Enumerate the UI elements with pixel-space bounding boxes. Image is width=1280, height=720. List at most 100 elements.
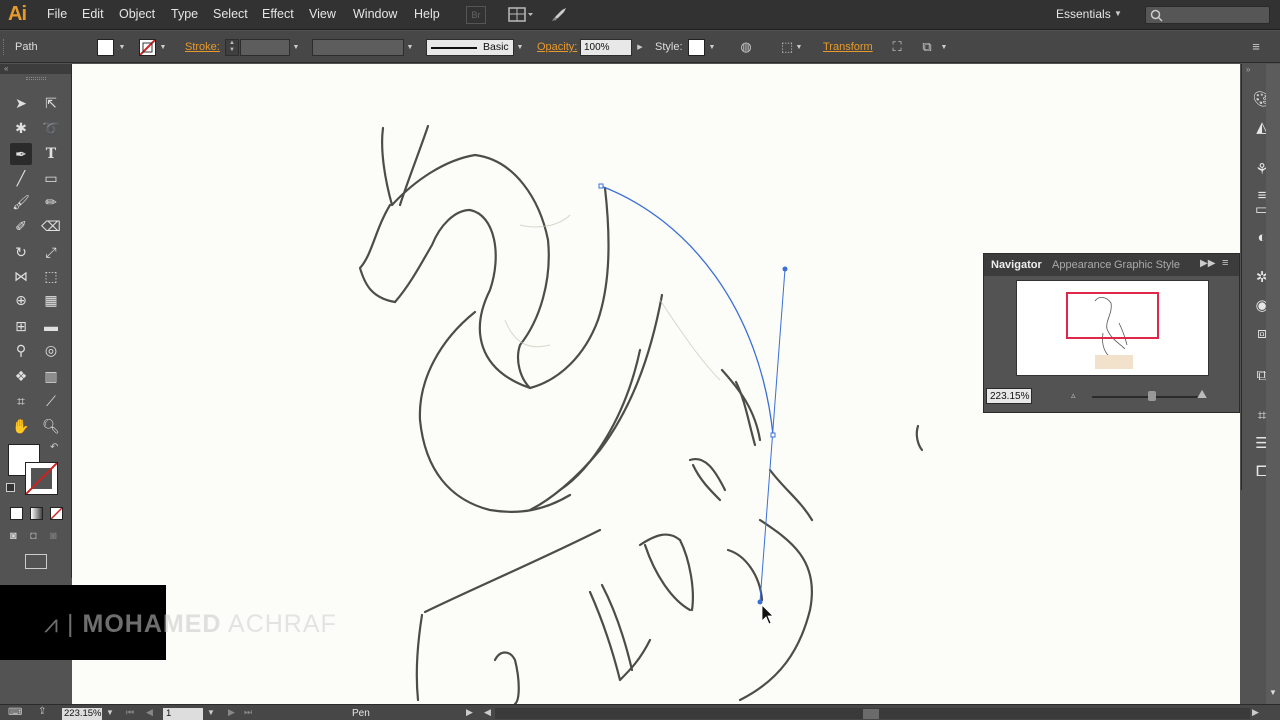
- tab-navigator[interactable]: Navigator: [991, 259, 1042, 271]
- menu-type[interactable]: Type: [171, 7, 198, 21]
- zoom-out-icon[interactable]: ▵: [1071, 390, 1076, 401]
- screen-mode-icon[interactable]: [25, 554, 47, 569]
- scale-tool-icon[interactable]: ⤢: [40, 241, 62, 263]
- menu-edit[interactable]: Edit: [82, 7, 104, 21]
- grip-handle[interactable]: [26, 77, 46, 80]
- eyedropper-tool-icon[interactable]: ⚲: [10, 339, 32, 361]
- navigator-preview[interactable]: [1016, 280, 1209, 376]
- column-graph-tool-icon[interactable]: ▥: [40, 365, 62, 387]
- transform-panel-link[interactable]: Transform: [823, 41, 873, 53]
- zoom-level-field[interactable]: 223.15%: [62, 708, 102, 720]
- scroll-left-icon[interactable]: ◀: [484, 707, 491, 718]
- menu-file[interactable]: File: [47, 7, 67, 21]
- mesh-tool-icon[interactable]: ⊞: [10, 315, 32, 337]
- first-artboard-icon[interactable]: ⏮: [126, 707, 134, 718]
- recolor-artwork-icon[interactable]: ◍: [737, 39, 755, 55]
- stroke-color-box[interactable]: [25, 462, 58, 495]
- grip-handle[interactable]: [3, 39, 7, 55]
- swap-fill-stroke-icon[interactable]: ↶: [50, 442, 58, 453]
- scroll-right-icon[interactable]: ▶: [1252, 707, 1259, 718]
- draw-behind-icon[interactable]: ◘: [30, 530, 45, 543]
- menu-object[interactable]: Object: [119, 7, 155, 21]
- lasso-tool-icon[interactable]: ➰: [40, 117, 62, 139]
- opacity-panel-link[interactable]: Opacity:: [537, 41, 577, 53]
- anchor-point[interactable]: [598, 183, 604, 189]
- navigator-view-rect[interactable]: [1066, 292, 1159, 339]
- scroll-down-icon[interactable]: ▼: [1269, 688, 1277, 697]
- hand-tool-icon[interactable]: ✋: [10, 415, 32, 437]
- share-icon[interactable]: ⇪: [38, 706, 46, 717]
- next-artboard-icon[interactable]: ▶: [228, 707, 235, 718]
- workspace-switcher[interactable]: Essentials: [1056, 7, 1111, 21]
- rectangle-tool-icon[interactable]: ▭: [40, 167, 62, 189]
- last-artboard-icon[interactable]: ⏭: [244, 707, 252, 718]
- chevron-down-icon[interactable]: ▼: [116, 39, 128, 56]
- bridge-button[interactable]: Br: [466, 6, 486, 24]
- chevron-right-icon[interactable]: ▶: [466, 707, 473, 718]
- menu-select[interactable]: Select: [213, 7, 248, 21]
- stroke-weight-stepper[interactable]: ▲ ▼: [225, 39, 239, 56]
- stroke-swatch[interactable]: [139, 39, 156, 56]
- chevron-down-icon[interactable]: ▼: [404, 39, 416, 56]
- sync-rocket-icon[interactable]: [550, 7, 568, 23]
- arrange-documents-icon[interactable]: [508, 7, 534, 23]
- artboard-number-field[interactable]: 1: [163, 708, 203, 720]
- tab-graphic-style[interactable]: Graphic Style: [1114, 259, 1180, 271]
- direct-selection-tool-icon[interactable]: ⇱: [40, 92, 62, 114]
- navigator-zoom-knob[interactable]: [1148, 391, 1156, 401]
- blend-tool-icon[interactable]: ◎: [40, 339, 62, 361]
- shape-builder-tool-icon[interactable]: ⊕: [10, 289, 32, 311]
- default-fill-stroke-icon[interactable]: [6, 483, 15, 492]
- pen-tool-icon[interactable]: ✒: [10, 143, 32, 165]
- panel-menu-icon[interactable]: ≡: [1247, 39, 1265, 55]
- gradient-mode-icon[interactable]: [30, 507, 43, 520]
- chevron-down-icon[interactable]: ▼: [106, 708, 114, 717]
- magic-wand-tool-icon[interactable]: ✱: [10, 117, 32, 139]
- document-status-icon[interactable]: ⌨: [8, 707, 22, 718]
- gradient-tool-icon[interactable]: ▬: [40, 315, 62, 337]
- chevron-down-icon[interactable]: ▼: [706, 39, 718, 56]
- graphic-style-swatch[interactable]: [688, 39, 705, 56]
- direction-handle[interactable]: [782, 266, 788, 272]
- selection-tool-icon[interactable]: ➤: [10, 92, 32, 114]
- tab-appearance[interactable]: Appearance: [1052, 259, 1111, 271]
- symbol-sprayer-tool-icon[interactable]: ❖: [10, 365, 32, 387]
- expand-panel-icon[interactable]: ▶▶: [1200, 258, 1215, 269]
- tools-panel-collapse[interactable]: «: [0, 64, 71, 74]
- fill-swatch[interactable]: [97, 39, 114, 56]
- menu-view[interactable]: View: [309, 7, 336, 21]
- perspective-grid-tool-icon[interactable]: ▦: [40, 289, 62, 311]
- chevron-down-icon[interactable]: ▼: [157, 39, 169, 56]
- chevron-down-icon[interactable]: ▼: [938, 39, 950, 56]
- opacity-field[interactable]: 100%: [580, 39, 632, 56]
- none-mode-icon[interactable]: [50, 507, 63, 520]
- navigator-zoom-field[interactable]: 223.15%: [986, 388, 1032, 404]
- chevron-down-icon[interactable]: ▼: [514, 39, 526, 56]
- menu-effect[interactable]: Effect: [262, 7, 294, 21]
- draw-inside-icon[interactable]: ◙: [50, 530, 65, 543]
- rotate-tool-icon[interactable]: ↻: [10, 241, 32, 263]
- vertical-scrollbar[interactable]: ▼: [1266, 64, 1280, 704]
- isolate-object-icon[interactable]: ⛶: [888, 39, 906, 55]
- chevron-down-icon[interactable]: ▼: [793, 39, 805, 56]
- variable-width-profile[interactable]: [312, 39, 404, 56]
- stroke-weight-field[interactable]: [240, 39, 290, 56]
- slice-tool-icon[interactable]: ⟋: [40, 390, 62, 412]
- artboard-tool-icon[interactable]: ⌗: [10, 390, 32, 412]
- stroke-panel-link[interactable]: Stroke:: [185, 41, 220, 53]
- zoom-in-icon[interactable]: ⛰: [1197, 387, 1207, 402]
- chevron-down-icon[interactable]: ▼: [207, 708, 215, 717]
- blob-brush-tool-icon[interactable]: ✐: [10, 215, 32, 237]
- chevron-down-icon[interactable]: ▼: [290, 39, 302, 56]
- chevron-down-icon[interactable]: ▼: [1114, 9, 1122, 18]
- horizontal-scroll-thumb[interactable]: [863, 709, 879, 719]
- panel-menu-icon[interactable]: ≡: [1222, 257, 1228, 269]
- pencil-tool-icon[interactable]: ✏: [40, 191, 62, 213]
- width-tool-icon[interactable]: ⋈: [10, 265, 32, 287]
- direction-handle[interactable]: [757, 599, 763, 605]
- free-transform-tool-icon[interactable]: ⬚: [40, 265, 62, 287]
- menu-help[interactable]: Help: [414, 7, 440, 21]
- dock-expand-icon[interactable]: »: [1246, 65, 1250, 74]
- help-search-input[interactable]: [1145, 6, 1270, 24]
- make-envelope-icon[interactable]: ⧉: [918, 39, 936, 55]
